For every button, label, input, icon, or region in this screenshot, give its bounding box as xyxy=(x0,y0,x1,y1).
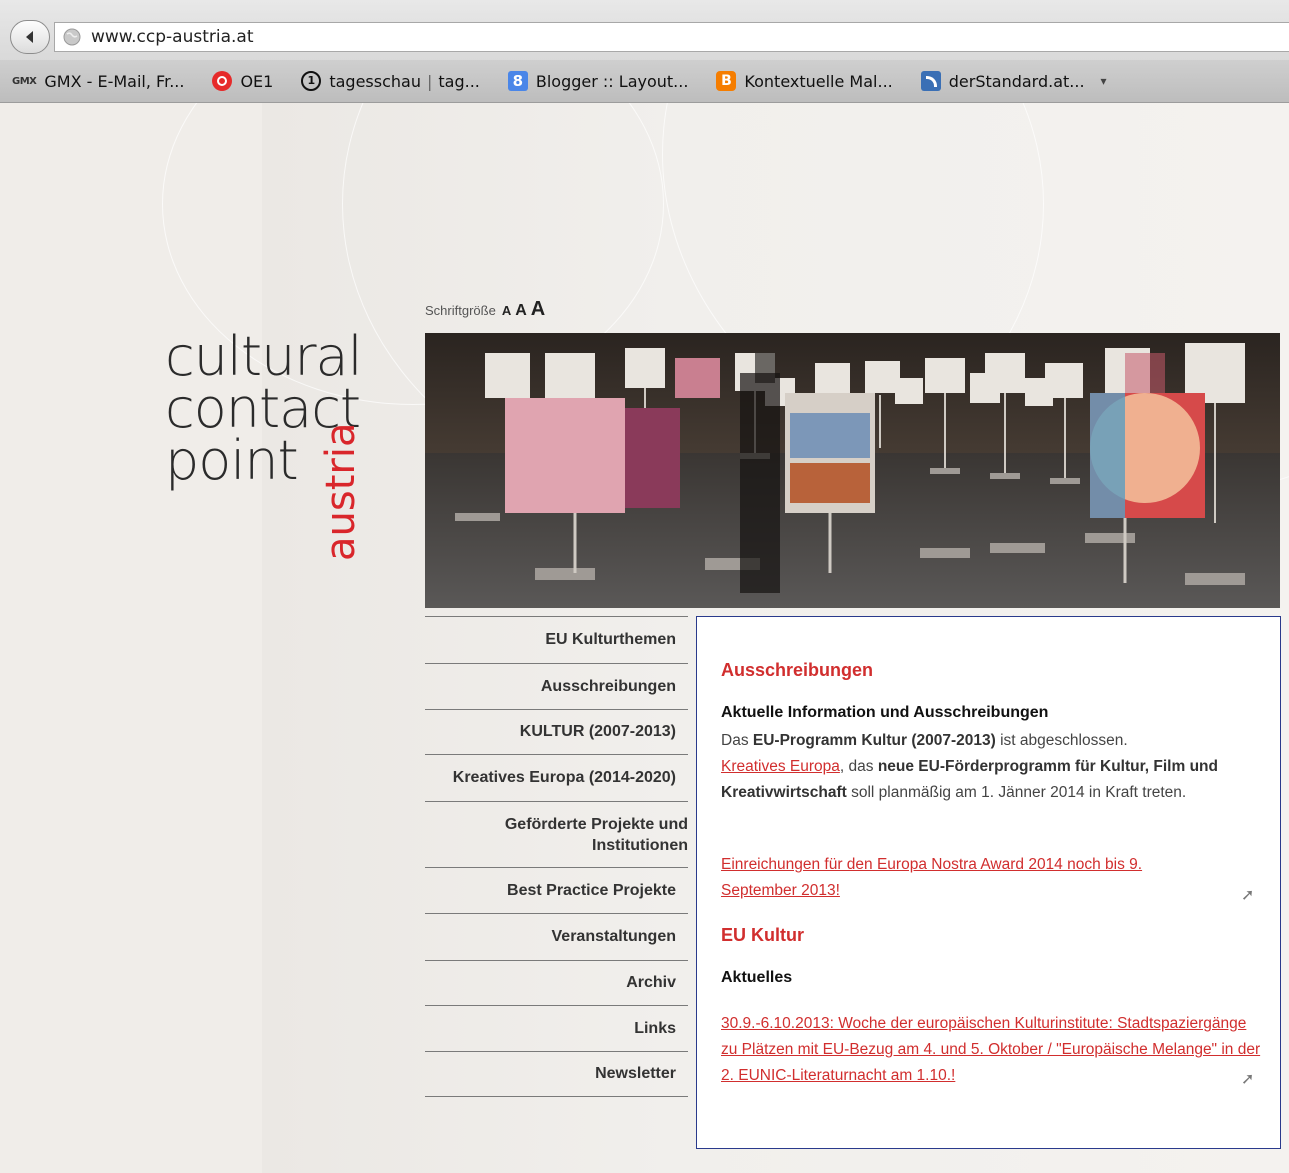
hero-image xyxy=(425,333,1280,608)
oe1-icon xyxy=(212,71,233,91)
ard-icon: 1 xyxy=(301,71,322,91)
bookmark-label: Kontextuelle Mal... xyxy=(744,71,893,91)
section-heading-eu-kultur: EU Kultur xyxy=(721,925,804,945)
address-bar[interactable]: www.ccp-austria.at xyxy=(54,22,1289,52)
bookmark-label: OE1 xyxy=(240,71,274,91)
blogger-icon: B xyxy=(716,71,737,91)
bookmark-tagesschau[interactable]: 1 tagesschau | tag... xyxy=(301,71,480,91)
link-woche-kulturinstitute[interactable]: 30.9.-6.10.2013: Woche der europäischen … xyxy=(721,1015,1260,1084)
section-link-paragraph: 30.9.-6.10.2013: Woche der europäischen … xyxy=(721,1011,1261,1089)
bookmark-kontextuelle[interactable]: B Kontextuelle Mal... xyxy=(716,71,893,91)
section-paragraph: Das EU-Programm Kultur (2007-2013) ist a… xyxy=(721,728,1261,806)
nav-item-newsletter[interactable]: Newsletter xyxy=(425,1051,688,1097)
main-navigation: EU Kulturthemen Ausschreibungen KULTUR (… xyxy=(425,616,688,1097)
exhibition-photo xyxy=(425,333,1280,608)
text: , das xyxy=(839,758,878,775)
link-kreatives-europa[interactable]: Kreatives Europa xyxy=(721,758,840,775)
section-heading-ausschreibungen: Ausschreibungen xyxy=(721,660,874,680)
bookmark-label: Blogger :: Layout... xyxy=(535,71,689,91)
bookmarks-more-icon[interactable]: ▾ xyxy=(1101,74,1107,88)
font-size-label: Schriftgröße xyxy=(425,303,496,318)
link-europa-nostra-award[interactable]: Einreichungen für den Europa Nostra Awar… xyxy=(721,856,1142,899)
rss-icon xyxy=(920,71,941,91)
bold-text: EU-Programm Kultur (2007-2013) xyxy=(752,732,996,749)
font-size-medium-button[interactable]: A xyxy=(515,302,527,320)
nav-item-links[interactable]: Links xyxy=(425,1005,688,1051)
nav-item-best-practice[interactable]: Best Practice Projekte xyxy=(425,867,688,913)
font-size-switcher: Schriftgröße A A A xyxy=(425,298,545,321)
section-subheading-aktuelles: Aktuelles xyxy=(721,969,793,986)
web-page: cultural contact point austria Schriftgr… xyxy=(0,103,1289,1173)
bookmark-label: GMX - E-Mail, Fr... xyxy=(44,71,185,91)
nav-item-eu-kulturthemen[interactable]: EU Kulturthemen xyxy=(425,616,688,663)
text: ist abgeschlossen. xyxy=(995,732,1128,749)
text: Das xyxy=(721,732,753,749)
nav-item-label: Geförderte Projekte und Institutionen xyxy=(504,815,688,854)
separator: | xyxy=(426,71,433,91)
globe-icon xyxy=(63,28,81,46)
browser-toolbar: www.ccp-austria.at xyxy=(0,0,1289,61)
content-box: Ausschreibungen Aktuelle Information und… xyxy=(696,616,1281,1149)
bookmark-oe1[interactable]: OE1 xyxy=(212,71,273,91)
logo-austria: austria xyxy=(318,422,364,561)
back-button[interactable] xyxy=(10,20,50,54)
section-subheading-aktuelle-info: Aktuelle Information und Ausschreibungen xyxy=(721,704,1049,721)
google-icon: 8 xyxy=(507,71,528,91)
nav-item-kultur[interactable]: KULTUR (2007-2013) xyxy=(425,709,688,754)
url-text: www.ccp-austria.at xyxy=(91,27,254,47)
bookmark-blogger-layout[interactable]: 8 Blogger :: Layout... xyxy=(507,71,689,91)
nav-item-veranstaltungen[interactable]: Veranstaltungen xyxy=(425,913,688,960)
text: soll planmäßig am 1. Jänner 2014 in Kraf… xyxy=(846,784,1187,801)
nav-item-gefoerderte-projekte[interactable]: Geförderte Projekte und Institutionen xyxy=(425,801,688,867)
bookmark-label: tagesschau xyxy=(329,71,421,91)
bookmark-derstandard[interactable]: derStandard.at... xyxy=(920,71,1085,91)
logo-line-cultural: cultural xyxy=(165,325,363,388)
font-size-small-button[interactable]: A xyxy=(502,303,511,318)
bookmark-label-2: tag... xyxy=(438,71,480,91)
bookmark-gmx[interactable]: GMX GMX - E-Mail, Fr... xyxy=(12,72,184,91)
bookmarks-bar: GMX GMX - E-Mail, Fr... OE1 1 tagesschau… xyxy=(0,60,1289,103)
nav-item-ausschreibungen[interactable]: Ausschreibungen xyxy=(425,663,688,709)
nav-item-kreatives-europa[interactable]: Kreatives Europa (2014-2020) xyxy=(425,754,688,801)
external-arrow-icon[interactable]: ➚ xyxy=(1241,1069,1254,1089)
gmx-icon: GMX xyxy=(12,75,37,87)
bookmark-label: derStandard.at... xyxy=(948,71,1085,91)
nav-item-archiv[interactable]: Archiv xyxy=(425,960,688,1005)
font-size-large-button[interactable]: A xyxy=(531,298,545,321)
section-link-paragraph: Einreichungen für den Europa Nostra Awar… xyxy=(721,852,1221,904)
back-arrow-icon xyxy=(26,31,33,43)
external-arrow-icon[interactable]: ➚ xyxy=(1241,885,1254,905)
